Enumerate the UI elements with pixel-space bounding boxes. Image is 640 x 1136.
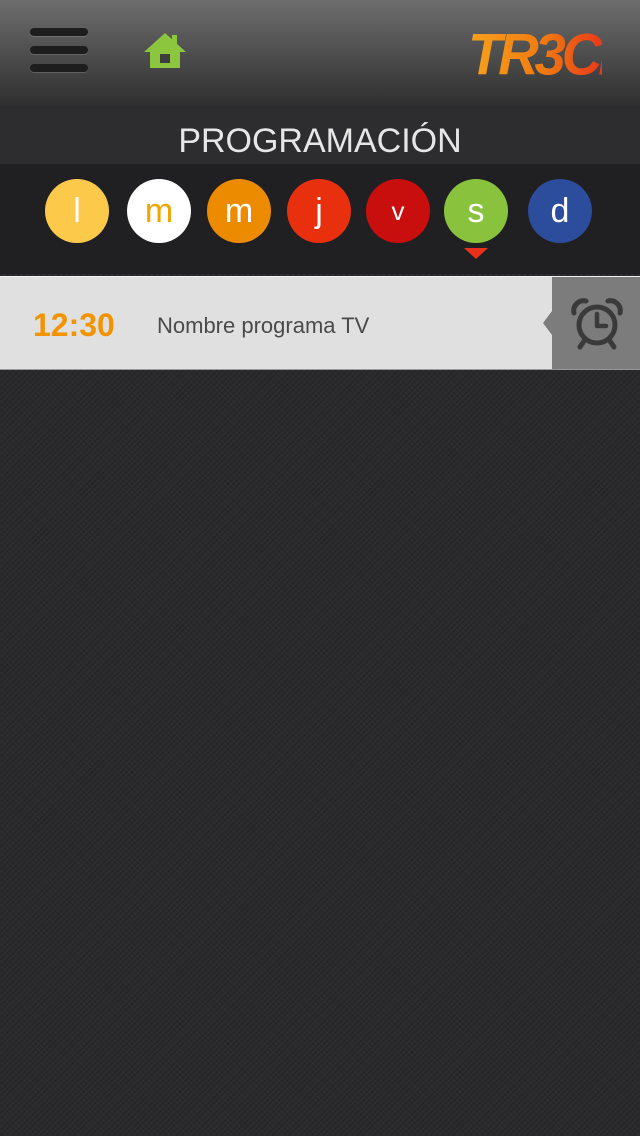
- alarm-button[interactable]: [543, 277, 640, 369]
- home-button[interactable]: [142, 30, 188, 72]
- menu-button[interactable]: [30, 28, 88, 74]
- tr3ce-logo: TR3CE: [466, 18, 640, 88]
- logo-text: TR3CE: [468, 22, 602, 82]
- day-label: m: [144, 191, 174, 230]
- day-button-thursday[interactable]: j: [287, 179, 351, 243]
- day-button-sunday[interactable]: d: [528, 179, 592, 243]
- program-time: 12:30: [33, 307, 115, 343]
- alarm-button-notch: [543, 311, 552, 335]
- page-title: PROGRAMACIÓN: [178, 122, 462, 160]
- day-button-wednesday[interactable]: m: [207, 179, 271, 243]
- home-icon: [144, 33, 186, 68]
- program-name: Nombre programa TV: [157, 313, 370, 338]
- day-selector: l m m j v s d: [0, 164, 640, 274]
- day-button-saturday[interactable]: s: [444, 179, 508, 243]
- schedule-header: PROGRAMACIÓN: [0, 106, 640, 164]
- day-label: s: [467, 191, 485, 230]
- day-label: m: [224, 191, 254, 230]
- alarm-clock-icon: [571, 298, 623, 350]
- program-row[interactable]: 12:30 Nombre programa TV: [0, 276, 640, 370]
- day-label: l: [73, 191, 81, 230]
- day-label: v: [391, 195, 405, 226]
- top-bar: TR3CE: [0, 0, 640, 107]
- day-button-monday[interactable]: l: [45, 179, 109, 243]
- day-button-tuesday[interactable]: m: [127, 179, 191, 243]
- day-label: j: [315, 191, 323, 230]
- selected-day-indicator: [464, 248, 488, 259]
- day-label: d: [550, 191, 570, 230]
- day-button-friday[interactable]: v: [366, 179, 430, 243]
